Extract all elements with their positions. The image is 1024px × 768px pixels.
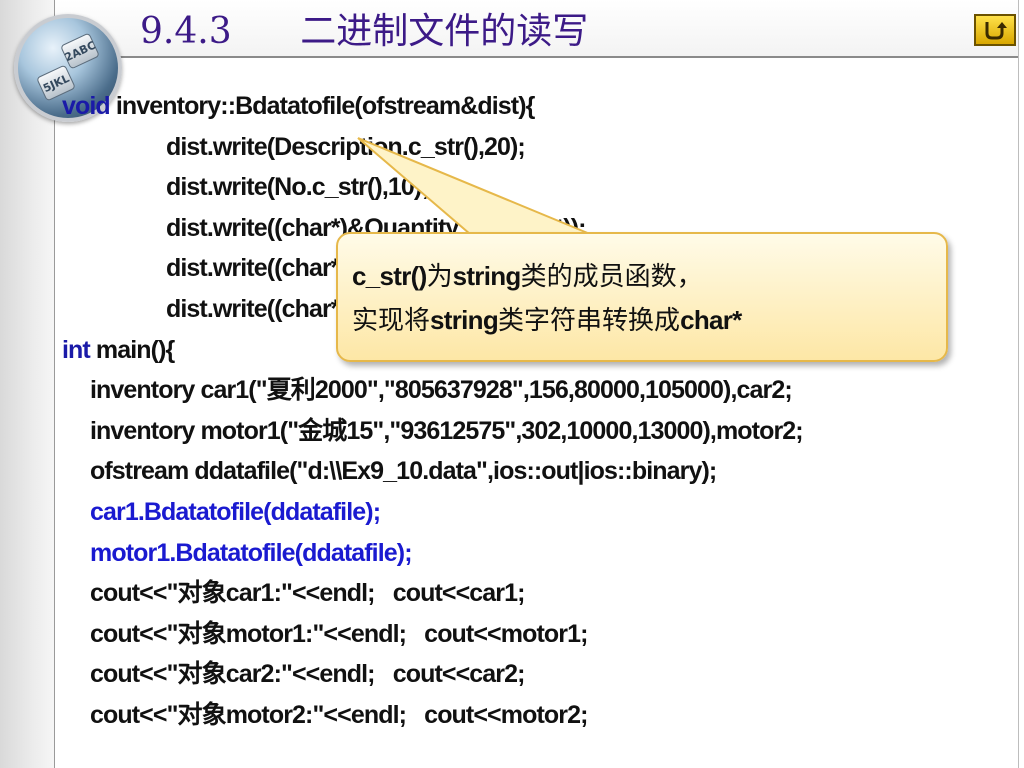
back-button[interactable] bbox=[974, 14, 1016, 46]
code-text: dist.write(No.c_str(),10); bbox=[166, 173, 430, 202]
keypad-key-icon: 2ABC bbox=[60, 32, 100, 70]
code-text: dist.write(Description.c_str(),20); bbox=[166, 132, 526, 161]
callout-line-2: 实现将string类字符串转换成char* bbox=[352, 305, 742, 336]
code-line: dist.write(Description.c_str(),20); bbox=[62, 127, 1018, 168]
code-line: inventory car1("夏利2000","805637928",156,… bbox=[62, 370, 1018, 411]
return-arrow-icon bbox=[985, 22, 1007, 40]
code-text: cout<<"对象car2:"<<endl; cout<<car2; bbox=[90, 660, 525, 689]
right-divider bbox=[1018, 0, 1019, 768]
code-line: car1.Bdatatofile(ddatafile); bbox=[62, 492, 1018, 533]
code-text: cout<<"对象motor1:"<<endl; cout<<motor1; bbox=[90, 619, 588, 648]
code-line: motor1.Bdatatofile(ddatafile); bbox=[62, 533, 1018, 574]
code-line: cout<<"对象car2:"<<endl; cout<<car2; bbox=[62, 654, 1018, 695]
code-line: ofstream ddatafile("d:\\Ex9_10.data",ios… bbox=[62, 451, 1018, 492]
code-text: car1.Bdatatofile(ddatafile); bbox=[90, 497, 381, 526]
code-text: inventory::Bdatatofile(ofstream&dist){ bbox=[109, 92, 536, 120]
code-line: cout<<"对象motor1:"<<endl; cout<<motor1; bbox=[62, 614, 1018, 655]
code-text: ofstream ddatafile("d:\\Ex9_10.data",ios… bbox=[90, 457, 717, 486]
code-text: inventory car1("夏利2000","805637928",156,… bbox=[90, 376, 793, 405]
slide-title: 9.4.3 二进制文件的读写 bbox=[140, 11, 589, 52]
code-line: cout<<"对象motor2:"<<endl; cout<<motor2; bbox=[62, 695, 1018, 736]
callout-line-1: c_str()为string类的成员函数， bbox=[352, 261, 703, 292]
code-text: inventory motor1("金城15","93612575",302,1… bbox=[90, 416, 804, 445]
code-keyword: int bbox=[62, 335, 91, 364]
code-line: cout<<"对象car1:"<<endl; cout<<car1; bbox=[62, 573, 1018, 614]
code-text: motor1.Bdatatofile(ddatafile); bbox=[90, 538, 413, 567]
code-keyword: void bbox=[62, 92, 111, 120]
code-text: cout<<"对象motor2:"<<endl; cout<<motor2; bbox=[90, 700, 588, 729]
code-listing: void inventory::Bdatatofile(ofstream&dis… bbox=[62, 86, 1018, 736]
header-divider bbox=[55, 56, 1018, 58]
code-text: main(){ bbox=[89, 335, 175, 364]
code-line: dist.write(No.c_str(),10); bbox=[62, 167, 1018, 208]
code-line: inventory motor1("金城15","93612575",302,1… bbox=[62, 411, 1018, 452]
code-line: void inventory::Bdatatofile(ofstream&dis… bbox=[62, 86, 1018, 127]
code-text: cout<<"对象car1:"<<endl; cout<<car1; bbox=[90, 579, 525, 608]
callout-note: c_str()为string类的成员函数， 实现将string类字符串转换成ch… bbox=[336, 232, 948, 362]
